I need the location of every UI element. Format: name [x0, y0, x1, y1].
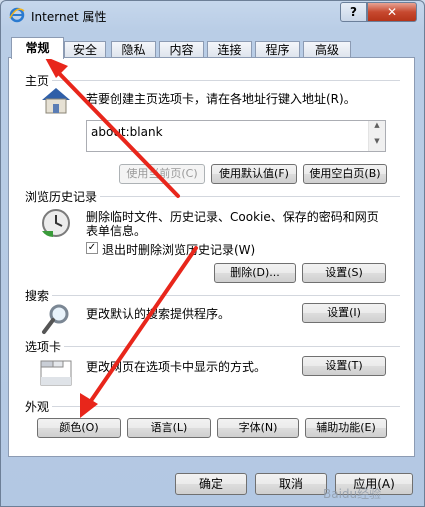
ok-button[interactable]: 确定 — [175, 473, 247, 495]
close-button[interactable]: ✕ — [367, 2, 417, 22]
window-title: Internet 属性 — [31, 10, 107, 24]
use-current-button[interactable]: 使用当前页(C) — [119, 164, 205, 184]
colors-button[interactable]: 颜色(O) — [37, 418, 121, 438]
search-description: 更改默认的搜索提供程序。 — [86, 307, 231, 321]
home-group-divider — [25, 80, 400, 81]
home-url-textarea[interactable]: about:blank ▲ ▼ — [86, 120, 386, 152]
fonts-button[interactable]: 字体(N) — [217, 418, 299, 438]
accessibility-button[interactable]: 辅助功能(E) — [305, 418, 387, 438]
tab-security[interactable]: 安全 — [64, 41, 106, 58]
home-url-scrollbar[interactable]: ▲ ▼ — [368, 121, 385, 151]
tabs-group-title: 选项卡 — [25, 338, 65, 355]
delete-history-button[interactable]: 删除(D)... — [214, 263, 296, 283]
tabs-group-divider — [25, 346, 400, 347]
tab-advanced[interactable]: 高级 — [303, 41, 351, 58]
tab-programs[interactable]: 程序 — [255, 41, 300, 58]
cancel-button[interactable]: 取消 — [255, 473, 327, 495]
history-icon — [42, 209, 70, 237]
search-icon — [42, 304, 69, 334]
help-button[interactable]: ? — [340, 2, 367, 22]
home-description: 若要创建主页选项卡，请在各地址行键入地址(R)。 — [86, 92, 356, 106]
search-group-title: 搜索 — [25, 287, 53, 304]
delete-on-exit-checkbox[interactable]: ✓ — [86, 242, 98, 254]
appearance-group-title: 外观 — [25, 398, 53, 415]
history-settings-button[interactable]: 设置(S) — [302, 263, 386, 283]
tabs-description: 更改网页在选项卡中显示的方式。 — [86, 360, 267, 374]
history-description-line2: 表单信息。 — [86, 224, 147, 238]
use-blank-button[interactable]: 使用空白页(B) — [303, 164, 387, 184]
tabs-icon — [40, 360, 72, 386]
tab-general[interactable]: 常规 — [11, 37, 64, 59]
delete-on-exit-label: 退出时删除浏览历史记录(W) — [102, 243, 256, 257]
tab-privacy[interactable]: 隐私 — [111, 41, 156, 58]
home-icon — [42, 88, 70, 114]
home-url-value: about:blank — [91, 125, 163, 139]
watermark: Baidu经验 — [323, 487, 382, 501]
search-group-divider — [25, 295, 400, 296]
ie-icon — [9, 7, 25, 23]
internet-options-dialog: Internet 属性 ? ✕ 常规 安全 隐私 内容 连接 程序 高级 主页 … — [0, 0, 425, 507]
history-group-title: 浏览历史记录 — [25, 188, 101, 205]
use-default-button[interactable]: 使用默认值(F) — [211, 164, 297, 184]
languages-button[interactable]: 语言(L) — [127, 418, 211, 438]
tab-connections[interactable]: 连接 — [207, 41, 252, 58]
tab-content[interactable]: 内容 — [159, 41, 204, 58]
tabs-settings-button[interactable]: 设置(T) — [302, 356, 386, 376]
search-settings-button[interactable]: 设置(I) — [302, 303, 386, 323]
appearance-group-divider — [25, 406, 400, 407]
